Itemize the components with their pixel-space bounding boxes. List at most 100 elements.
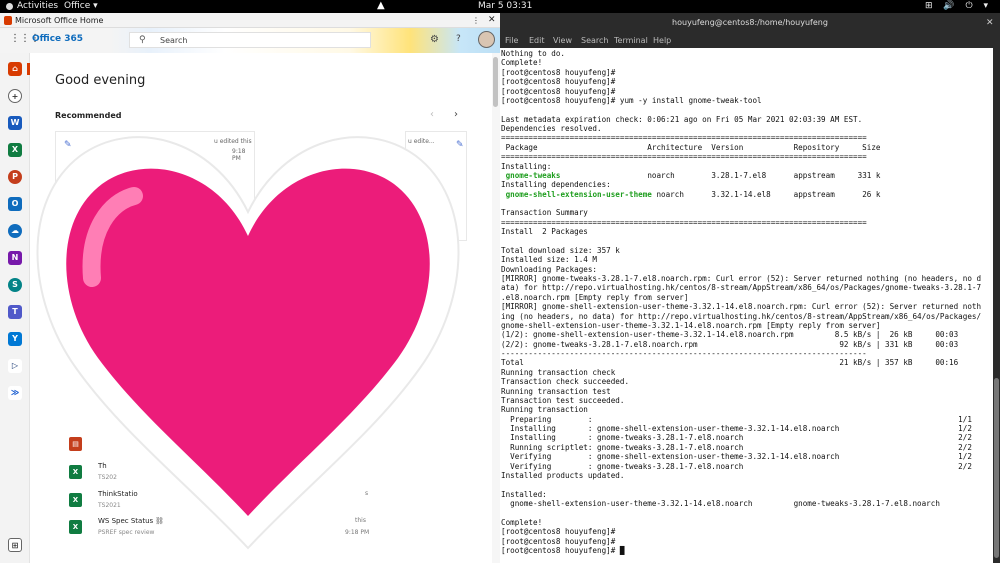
terminal-line: Verifying : gnome-tweaks-3.28.1-7.el8.no…: [501, 461, 972, 471]
more-menu-icon[interactable]: ⋮: [472, 13, 480, 28]
terminal-line: Running transaction: [501, 405, 588, 415]
search-input[interactable]: ⚲ Search: [129, 32, 371, 48]
terminal-lines: Nothing to do. Complete! [root@centos8 hou…: [501, 49, 981, 555]
terminal-line: ata) for http://repo.virtualhosting.hk/c…: [501, 283, 982, 293]
terminal-line: Installing : gnome-shell-extension-user-…: [501, 424, 972, 433]
terminal-line: [root@centos8 houyufeng]# yum -y install…: [501, 95, 762, 105]
terminal-window: houyufeng@centos8:/home/houyufeng ✕ File…: [500, 13, 1000, 563]
office-brand[interactable]: Office 365: [32, 34, 83, 44]
gear-icon[interactable]: ⚙: [430, 34, 439, 45]
close-window-button[interactable]: ✕: [488, 13, 496, 28]
terminal-line: [root@centos8 houyufeng]#: [501, 67, 616, 77]
close-window-button[interactable]: ✕: [986, 13, 994, 33]
menu-view[interactable]: View: [553, 33, 572, 48]
terminal-line: [root@centos8 houyufeng]#: [501, 536, 616, 546]
system-tray[interactable]: ⊞ 🔊 ⏻ ▾: [925, 0, 992, 13]
heart-sticker-icon: [36, 136, 460, 550]
terminal-line: [MIRROR] gnome-shell-extension-user-them…: [501, 302, 982, 312]
terminal-menubar: File Edit View Search Terminal Help: [500, 33, 1000, 48]
terminal-line: Total 21 kB/s | 357 kB 00:16: [501, 358, 959, 368]
terminal-line: Running scriptlet: gnome-tweaks-3.28.1-7…: [501, 442, 972, 452]
all-apps-icon[interactable]: ⊞: [8, 538, 22, 552]
terminal-line: Dependencies resolved.: [501, 124, 602, 133]
gnome-top-bar: Activities Office ▾ Mar 5 03:31 ⊞ 🔊 ⏻ ▾: [0, 0, 1000, 13]
terminal-line: Transaction test succeeded.: [501, 395, 625, 405]
terminal-line: Installing dependencies:: [501, 180, 611, 190]
office-logo-icon: [4, 16, 12, 25]
home-icon[interactable]: ⌂: [8, 62, 22, 76]
terminal-line: Nothing to do.: [501, 49, 566, 58]
terminal-line: [root@centos8 houyufeng]#: [501, 527, 616, 537]
terminal-line: gnome-shell-extension-user-theme-3.32.1-…: [501, 499, 940, 508]
terminal-line: Last metadata expiration check: 0:06:21 …: [501, 114, 863, 124]
terminal-line: ----------------------------------------…: [501, 349, 867, 358]
terminal-line: Package Architecture Version Repository …: [501, 142, 881, 152]
scrollbar-thumb[interactable]: [994, 378, 999, 558]
app-menu[interactable]: Office ▾: [64, 0, 98, 13]
clock[interactable]: Mar 5 03:31: [478, 0, 532, 13]
onenote-icon[interactable]: N: [8, 251, 22, 265]
browser-titlebar: Microsoft Office Home ⋮ ✕: [0, 13, 500, 28]
window-title: Microsoft Office Home: [15, 16, 104, 25]
os-logo-icon: [6, 3, 13, 10]
terminal-line: [root@centos8 houyufeng]#: [501, 86, 616, 96]
avatar[interactable]: [478, 31, 495, 48]
search-icon: ⚲: [139, 35, 146, 45]
terminal-line: Installed products updated.: [501, 470, 625, 480]
powerpoint-icon[interactable]: P: [8, 170, 22, 184]
terminal-line: [root@centos8 houyufeng]#: [501, 77, 616, 87]
terminal-line: gnome-tweaks noarch 3.28.1-7.el8 appstre…: [505, 170, 881, 180]
terminal-line: ing (no headers, no data) for http://rep…: [501, 311, 982, 321]
word-icon[interactable]: W: [8, 116, 22, 130]
terminal-line: Complete!: [501, 517, 543, 527]
menu-edit[interactable]: Edit: [529, 33, 545, 48]
terminal-line: Installing : gnome-tweaks-3.28.1-7.el8.n…: [501, 433, 972, 443]
app-launcher-icon[interactable]: ⋮⋮⋮: [10, 34, 40, 44]
scrollbar-thumb[interactable]: [493, 57, 498, 107]
terminal-line: [root@centos8 houyufeng]# █: [501, 545, 625, 555]
browser-scrollbar[interactable]: [492, 53, 500, 563]
create-icon[interactable]: +: [8, 89, 22, 103]
terminal-line: Install 2 Packages: [501, 227, 588, 237]
teams-icon[interactable]: T: [8, 305, 22, 319]
office-header-bar: ⋮⋮⋮ Office 365 ⚲ Search ⚙ ?: [0, 28, 500, 53]
terminal-line: Total download size: 357 k: [501, 245, 620, 255]
power-automate-icon[interactable]: ≫: [8, 386, 22, 400]
terminal-line: Running transaction test: [501, 386, 611, 396]
terminal-scrollbar[interactable]: [993, 48, 1000, 563]
excel-icon[interactable]: X: [8, 143, 22, 157]
terminal-line: .el8.noarch.rpm [Empty reply from server…: [501, 292, 689, 302]
terminal-line: Installing:: [501, 161, 552, 171]
terminal-line: Transaction Summary: [501, 208, 588, 218]
terminal-line: Running transaction check: [501, 367, 616, 377]
help-icon[interactable]: ?: [456, 34, 461, 44]
terminal-line: Preparing : 1/1: [501, 414, 972, 424]
onedrive-icon[interactable]: ☁: [8, 224, 22, 238]
terminal-line: (2/2): gnome-tweaks-3.28.1-7.el8.noarch.…: [501, 339, 959, 349]
terminal-line: (1/2): gnome-shell-extension-user-theme-…: [501, 330, 959, 340]
terminal-line: Installed size: 1.4 M: [501, 255, 598, 265]
activities-button[interactable]: Activities: [17, 0, 58, 13]
sharepoint-icon[interactable]: S: [8, 278, 22, 292]
menu-search[interactable]: Search: [581, 33, 608, 48]
greeting: Good evening: [55, 73, 146, 88]
mouse-pointer-icon: ▲: [377, 0, 385, 11]
terminal-line: ========================================…: [501, 152, 867, 162]
yammer-icon[interactable]: Y: [8, 332, 22, 346]
terminal-line: gnome-shell-extension-user-theme-3.32.1-…: [501, 320, 881, 330]
terminal-line: Verifying : gnome-shell-extension-user-t…: [501, 452, 972, 462]
terminal-title: houyufeng@centos8:/home/houyufeng: [500, 13, 1000, 33]
menu-help[interactable]: Help: [653, 33, 671, 48]
menu-file[interactable]: File: [505, 33, 518, 48]
search-placeholder: Search: [160, 36, 188, 45]
terminal-output[interactable]: Nothing to do. Complete! [root@centos8 hou…: [500, 48, 993, 563]
terminal-line: Complete!: [501, 58, 543, 68]
menu-terminal[interactable]: Terminal: [614, 33, 648, 48]
outlook-icon[interactable]: O: [8, 197, 22, 211]
terminal-line: gnome-shell-extension-user-theme noarch …: [505, 189, 881, 199]
dynamics-icon[interactable]: ▷: [8, 359, 22, 373]
